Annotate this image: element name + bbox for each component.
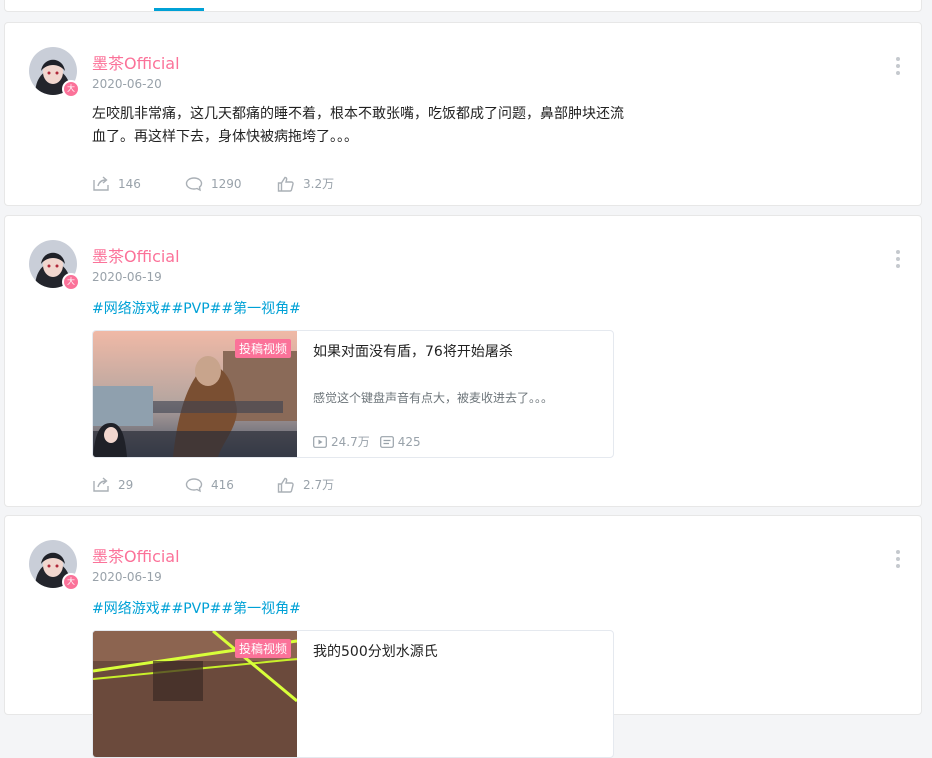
danmaku-count: 425 — [397, 434, 421, 449]
feed-card: 大 墨茶Official 2020-06-19 #网络游戏##PVP##第一视角… — [4, 215, 922, 507]
topic-tags[interactable]: #网络游戏##PVP##第一视角# — [92, 298, 301, 318]
avatar[interactable]: 大 — [29, 240, 80, 291]
like-count: 2.7万 — [303, 478, 335, 492]
more-icon[interactable] — [895, 550, 901, 568]
share-button[interactable]: 29 — [92, 476, 185, 493]
vip-badge-icon: 大 — [62, 273, 80, 291]
post-actions: 29 416 2.7万 — [92, 476, 334, 493]
video-title[interactable]: 我的500分划水源氏 — [313, 641, 438, 661]
tab-active-indicator — [154, 8, 204, 11]
feed-card: 大 墨茶Official 2020-06-19 #网络游戏##PVP##第一视角… — [4, 515, 922, 758]
share-icon — [93, 476, 109, 492]
video-description: 感觉这个键盘声音有点大，被麦收进去了。。。 — [313, 391, 554, 405]
video-card[interactable]: 投稿视频 我的500分划水源氏 — [92, 630, 614, 758]
video-card[interactable]: 投稿视频 如果对面没有盾，76将开始屠杀 感觉这个键盘声音有点大，被麦收进去了。… — [92, 330, 614, 458]
like-icon — [277, 176, 294, 192]
vip-badge-icon: 大 — [62, 573, 80, 591]
more-icon[interactable] — [895, 250, 901, 268]
video-thumbnail[interactable]: 投稿视频 — [93, 631, 297, 757]
topic-tags[interactable]: #网络游戏##PVP##第一视角# — [92, 598, 301, 618]
post-date: 2020-06-20 — [92, 77, 162, 91]
comment-icon — [185, 176, 203, 191]
like-button[interactable]: 3.2万 — [277, 175, 334, 192]
previous-card-edge — [4, 0, 922, 12]
play-icon — [313, 435, 327, 448]
video-type-badge: 投稿视频 — [234, 339, 291, 358]
comment-count: 1290 — [211, 176, 242, 191]
comment-button[interactable]: 416 — [185, 477, 277, 493]
username[interactable]: 墨茶Official — [92, 243, 180, 267]
video-title[interactable]: 如果对面没有盾，76将开始屠杀 — [313, 341, 513, 361]
video-stats: 24.7万 425 — [313, 433, 421, 450]
share-button[interactable]: 146 — [92, 175, 185, 192]
post-actions: 146 1290 3.2万 — [92, 175, 334, 192]
comment-count: 416 — [211, 477, 234, 492]
username[interactable]: 墨茶Official — [92, 50, 180, 74]
like-icon — [277, 477, 294, 493]
video-thumbnail[interactable]: 投稿视频 — [93, 331, 297, 457]
post-date: 2020-06-19 — [92, 270, 162, 284]
like-count: 3.2万 — [303, 177, 335, 191]
avatar[interactable]: 大 — [29, 540, 80, 591]
post-date: 2020-06-19 — [92, 570, 162, 584]
share-count: 146 — [118, 176, 141, 191]
comment-button[interactable]: 1290 — [185, 176, 277, 192]
vip-badge-icon: 大 — [62, 80, 80, 98]
danmaku-icon — [379, 435, 394, 448]
more-icon[interactable] — [895, 57, 901, 75]
video-type-badge: 投稿视频 — [234, 639, 291, 658]
feed-card: 大 墨茶Official 2020-06-20 左咬肌非常痛，这几天都痛的睡不着… — [4, 22, 922, 206]
play-count: 24.7万 — [331, 435, 370, 449]
post-text: 左咬肌非常痛，这几天都痛的睡不着，根本不敢张嘴，吃饭都成了问题，鼻部肿块还流血了… — [92, 106, 624, 145]
comment-icon — [185, 477, 203, 492]
like-button[interactable]: 2.7万 — [277, 476, 334, 493]
share-count: 29 — [118, 477, 134, 492]
share-icon — [93, 175, 109, 191]
avatar[interactable]: 大 — [29, 47, 80, 98]
username[interactable]: 墨茶Official — [92, 543, 180, 567]
